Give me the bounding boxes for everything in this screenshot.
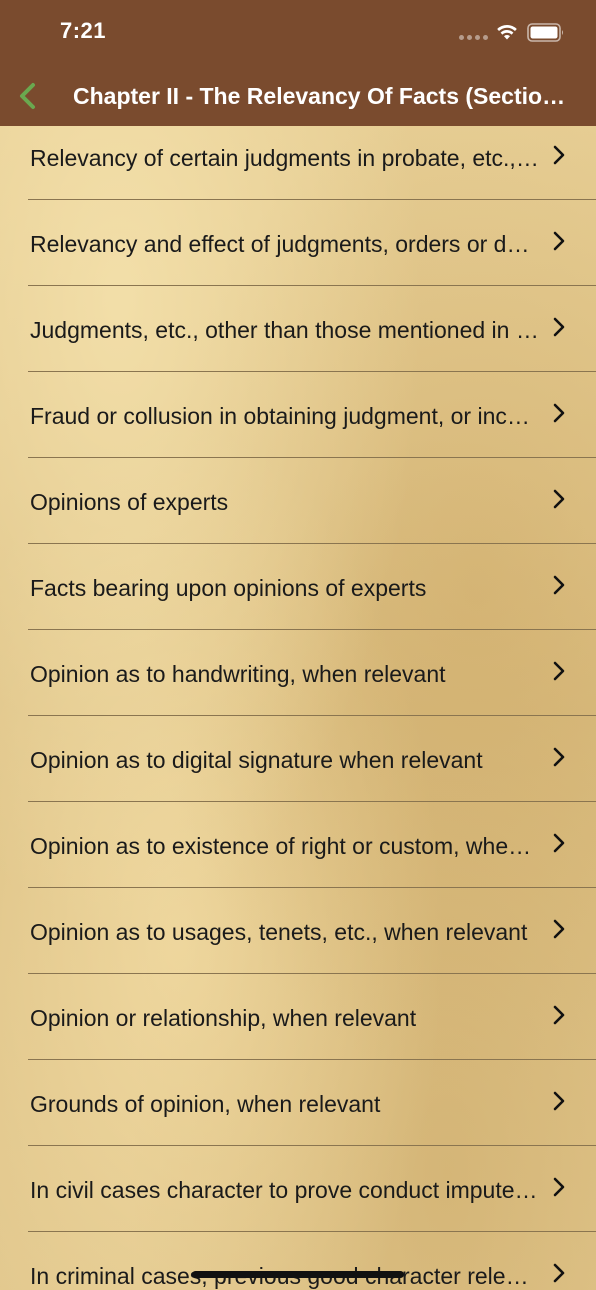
list-item-label: Fraud or collusion in obtaining judgment… (30, 403, 540, 429)
chevron-right-icon (553, 1005, 565, 1025)
list-item-label: Relevancy and effect of judgments, order… (30, 231, 540, 257)
list-item[interactable]: Opinion or relationship, when relevant (0, 974, 596, 1060)
status-bar: 7:21 (0, 0, 596, 60)
list-item[interactable]: Relevancy of certain judgments in probat… (0, 126, 596, 200)
list-item-label: Judgments, etc., other than those mentio… (30, 317, 540, 343)
chevron-right-icon (553, 661, 565, 681)
chevron-right-icon (553, 231, 565, 251)
list-item[interactable]: Facts bearing upon opinions of experts (0, 544, 596, 630)
list-item-label: Opinion as to existence of right or cust… (30, 833, 540, 859)
list-item-label: Opinion as to handwriting, when relevant (30, 661, 446, 687)
list-item[interactable]: Opinion as to existence of right or cust… (0, 802, 596, 888)
chevron-right-icon (553, 747, 565, 767)
home-indicator[interactable] (192, 1271, 404, 1278)
battery-icon (527, 23, 563, 42)
chevron-right-icon (553, 1091, 565, 1111)
chevron-right-icon (553, 1177, 565, 1197)
list-item-label: In civil cases character to prove conduc… (30, 1177, 540, 1203)
chevron-right-icon (553, 575, 565, 595)
list-item[interactable]: Grounds of opinion, when relevant (0, 1060, 596, 1146)
list-item[interactable]: Fraud or collusion in obtaining judgment… (0, 372, 596, 458)
list-item-label: Opinion as to usages, tenets, etc., when… (30, 919, 528, 945)
list-item[interactable]: Opinion as to handwriting, when relevant (0, 630, 596, 716)
list-item[interactable]: Opinion as to digital signature when rel… (0, 716, 596, 802)
navigation-bar: Chapter II - The Relevancy Of Facts (Sec… (0, 66, 596, 126)
list-item[interactable]: Relevancy and effect of judgments, order… (0, 200, 596, 286)
list-item[interactable]: In criminal cases, previous good charact… (0, 1232, 596, 1290)
list-item[interactable]: In civil cases character to prove conduc… (0, 1146, 596, 1232)
chevron-left-icon[interactable] (14, 80, 42, 112)
list-item[interactable]: Opinions of experts (0, 458, 596, 544)
status-time: 7:21 (60, 18, 107, 43)
list-item[interactable]: Judgments, etc., other than those mentio… (0, 286, 596, 372)
list-item[interactable]: Opinion as to usages, tenets, etc., when… (0, 888, 596, 974)
chevron-right-icon (553, 317, 565, 337)
cellular-signal-icon (459, 35, 488, 40)
list-item-label: Opinions of experts (30, 489, 229, 515)
chevron-right-icon (553, 489, 565, 509)
chevron-right-icon (553, 919, 565, 939)
chevron-right-icon (553, 1263, 565, 1283)
list-item-label: Grounds of opinion, when relevant (30, 1091, 381, 1117)
chevron-right-icon (553, 145, 565, 165)
app-header: 7:21 Chapter II - The Relevancy Of Facts… (0, 0, 596, 126)
list-item-label: Facts bearing upon opinions of experts (30, 575, 427, 601)
page-title: Chapter II - The Relevancy Of Facts (Sec… (73, 83, 578, 109)
section-list: Relevancy of certain judgments in probat… (0, 126, 596, 1290)
section-list-container[interactable]: Relevancy of certain judgments in probat… (0, 126, 596, 1290)
list-item-label: Opinion as to digital signature when rel… (30, 747, 483, 773)
list-item-label: Relevancy of certain judgments in probat… (30, 145, 540, 171)
wifi-icon (497, 24, 517, 40)
list-item-label: Opinion or relationship, when relevant (30, 1005, 417, 1031)
chevron-right-icon (553, 403, 565, 423)
chevron-right-icon (553, 833, 565, 853)
